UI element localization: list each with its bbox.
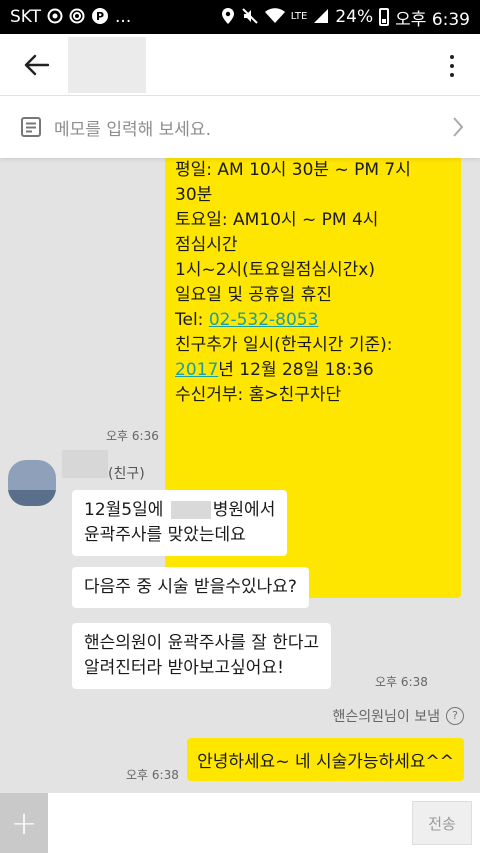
friend-message[interactable]: 다음주 중 시술 받을수있나요? [72,567,309,608]
p-notification-icon: P [91,7,109,28]
chat-partner-avatar[interactable] [68,36,146,93]
hours-line: 평일: AM 10시 30분 ~ PM 7시 [175,160,411,180]
sync-notification-icon [69,8,85,27]
lunch-hours: 1시~2시(토요일점심시간x) [175,260,375,280]
memo-bar[interactable]: 메모를 입력해 보세요. [0,96,480,158]
arrow-left-icon [24,54,49,75]
chat-header [0,34,480,96]
friend-message[interactable]: 12월5일에 병원에서 윤곽주사를 맞았는데요 [72,490,288,556]
carrier-label: SKT [10,7,42,27]
attach-button[interactable]: + [0,793,48,853]
message-line: 알려진터라 받아보고싶어요! [84,658,284,678]
message-text: 다음주 중 시술 받을수있나요? [84,577,297,597]
message-text: 병원에서 [212,500,276,520]
svg-text:P: P [96,10,104,23]
chevron-right-icon[interactable] [452,116,464,138]
memo-placeholder: 메모를 입력해 보세요. [54,119,211,140]
memo-icon [21,117,41,137]
more-options-button[interactable] [440,52,464,80]
more-notifications: ... [115,7,132,27]
send-button[interactable]: 전송 [412,801,472,845]
holiday-note: 일요일 및 공휴일 휴진 [175,285,332,305]
message-input-bar: + 전송 [0,793,480,853]
lte-label: LTE [290,11,308,22]
tel-label: Tel: [175,310,209,330]
message-text: 12월5일에 [84,500,169,520]
battery-icon [379,8,390,26]
kebab-dot-icon [450,55,454,59]
friend-message[interactable]: 핸슨의원이 윤곽주사를 잘 한다고 알려진터라 받아보고싶어요! [72,623,332,689]
sender-info: 핸슨의원님이 보냄 ? [332,706,464,726]
back-button[interactable] [8,34,64,96]
battery-percent: 24% [335,7,374,27]
wifi-icon [264,7,285,27]
friend-avatar[interactable] [8,460,56,506]
plus-icon: + [10,804,38,842]
kebab-dot-icon [450,73,454,77]
message-timestamp: 오후 6:38 [375,675,428,689]
message-input[interactable] [48,793,412,853]
mute-icon [241,7,259,28]
block-hint: 수신거부: 홈>친구차단 [175,385,342,405]
friend-added-date: 2017년 12월 28일 18:36 [175,358,451,383]
app-notification-icon [47,8,63,27]
message-line: 12월5일에 병원에서 [84,498,275,523]
friend-added-label: 친구추가 일시(한국시간 기준): [175,335,393,355]
sender-label: 핸슨의원님이 보냄 [332,709,441,725]
message-line: 윤곽주사를 맞았는데요 [84,525,246,545]
chat-area[interactable]: 평일: AM 10시 30분 ~ PM 7시 30분 토요일: AM10시 ~ … [0,158,480,793]
date-rest: 년 12월 28일 18:36 [218,360,374,380]
message-timestamp: 오후 6:36 [106,429,159,443]
message-text: 안녕하세요~ 네 시술가능하세요^^ [197,752,454,772]
lunch-label: 점심시간 [175,235,238,255]
location-icon [221,7,235,28]
signal-icon [313,8,329,27]
help-icon[interactable]: ? [446,707,464,725]
redacted-text [170,501,211,519]
saturday-hours: 토요일: AM10시 ~ PM 4시 [175,210,379,230]
my-message[interactable]: 안녕하세요~ 네 시술가능하세요^^ [187,738,464,781]
friend-name-redacted [62,450,108,478]
clock: 오후 6:39 [395,9,470,30]
status-bar: SKT P ... LTE 24% 오후 6:39 [0,0,480,34]
message-line: 핸슨의원이 윤곽주사를 잘 한다고 [84,633,320,653]
year-link[interactable]: 2017 [175,360,218,380]
kebab-dot-icon [450,64,454,68]
tel-line: Tel: 02-532-8053 [175,308,451,333]
message-timestamp: 오후 6:38 [126,768,179,782]
hours-line-cont: 30분 [175,185,213,205]
tel-link[interactable]: 02-532-8053 [209,310,319,330]
friend-label: (친구) [108,466,145,482]
